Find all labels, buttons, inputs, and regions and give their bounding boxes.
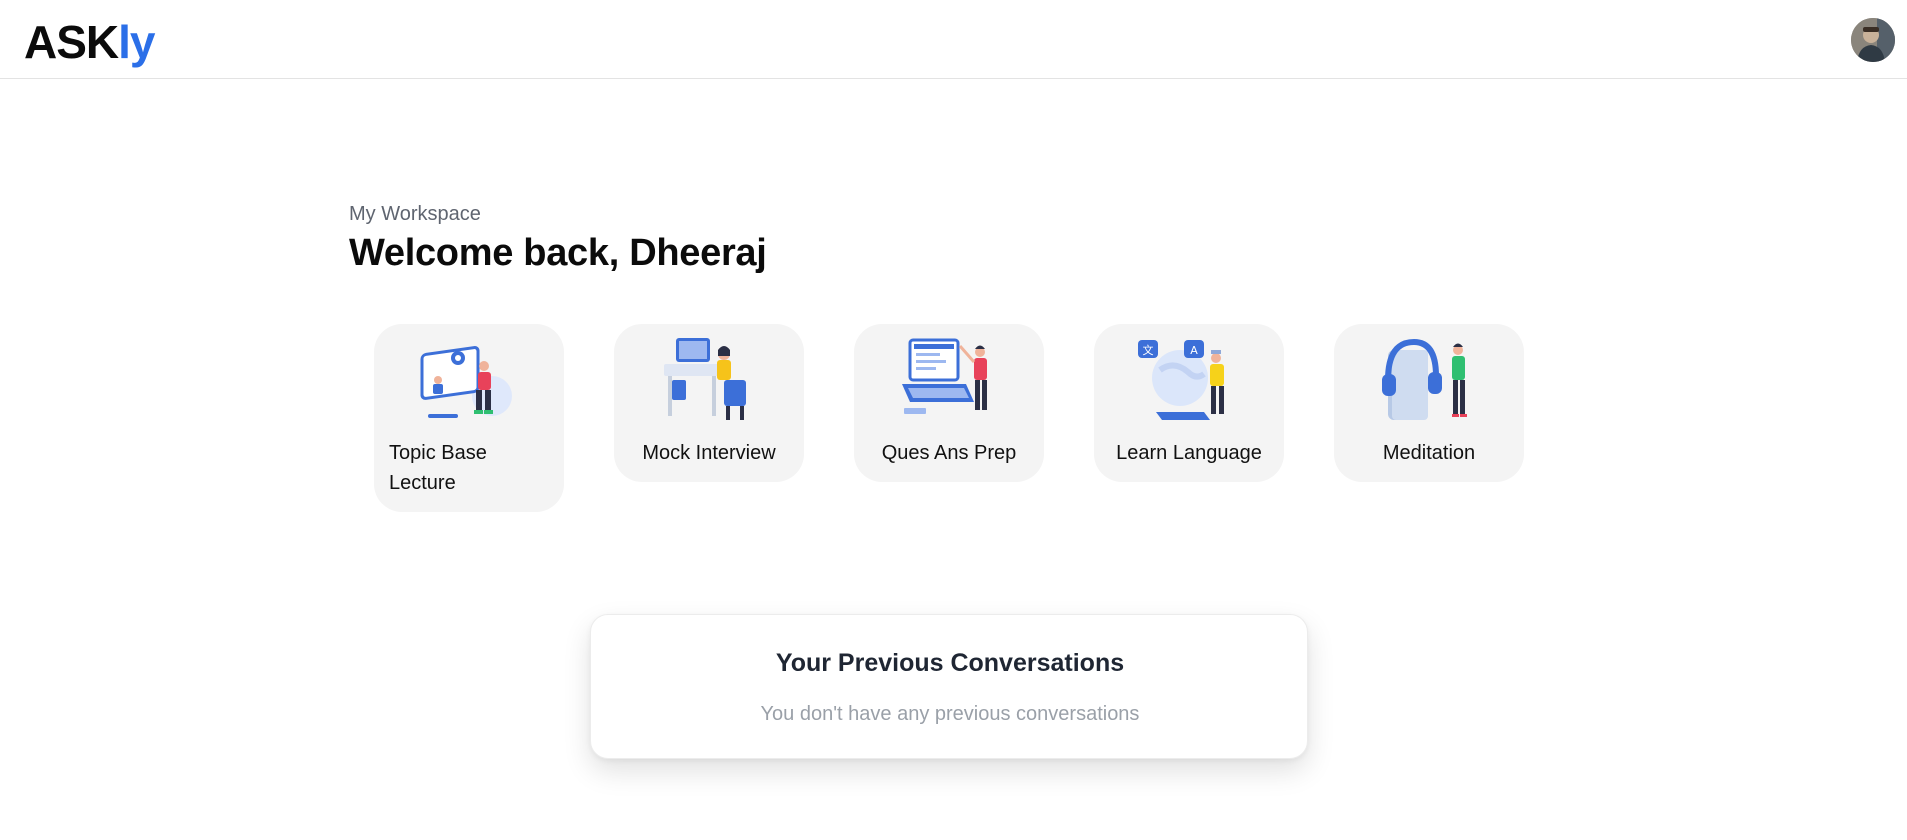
user-avatar[interactable]	[1851, 18, 1895, 62]
card-topic-base-lecture[interactable]: Topic Base Lecture	[374, 324, 564, 512]
previous-conversations-panel: Your Previous Conversations You don't ha…	[590, 614, 1308, 759]
card-label: Mock Interview	[642, 442, 776, 464]
page-title: Welcome back, Dheeraj	[349, 232, 767, 274]
logo-text-accent: ly	[118, 16, 155, 68]
card-ques-ans-prep[interactable]: Ques Ans Prep	[854, 324, 1044, 482]
card-mock-interview[interactable]: Mock Interview	[614, 324, 804, 482]
svg-text:A: A	[1190, 344, 1198, 357]
card-label: Meditation	[1382, 442, 1476, 464]
language-illustration-icon: 文 A	[1138, 340, 1224, 420]
card-label: Learn Language	[1116, 442, 1262, 464]
interview-illustration-icon	[664, 338, 746, 420]
headphones-illustration-icon	[1382, 338, 1467, 420]
empty-state-text: You don't have any previous conversation…	[760, 703, 1140, 725]
logo-text-primary: ASK	[24, 16, 119, 68]
card-label: Ques Ans Prep	[881, 442, 1017, 464]
laptop-illustration-icon	[902, 338, 987, 414]
app-logo[interactable]: ASKly	[24, 16, 156, 68]
card-learn-language[interactable]: 文 A Learn Language	[1094, 324, 1284, 482]
svg-text:文: 文	[1143, 343, 1154, 357]
card-meditation[interactable]: Meditation	[1334, 324, 1524, 482]
card-label: Topic Base Lecture	[389, 442, 487, 494]
top-bar: ASKly	[0, 0, 1907, 79]
avatar-icon	[1851, 18, 1895, 62]
previous-conversations-title: Your Previous Conversations	[775, 649, 1125, 677]
lecture-illustration-icon	[420, 346, 512, 418]
workspace-label: My Workspace	[349, 203, 481, 225]
